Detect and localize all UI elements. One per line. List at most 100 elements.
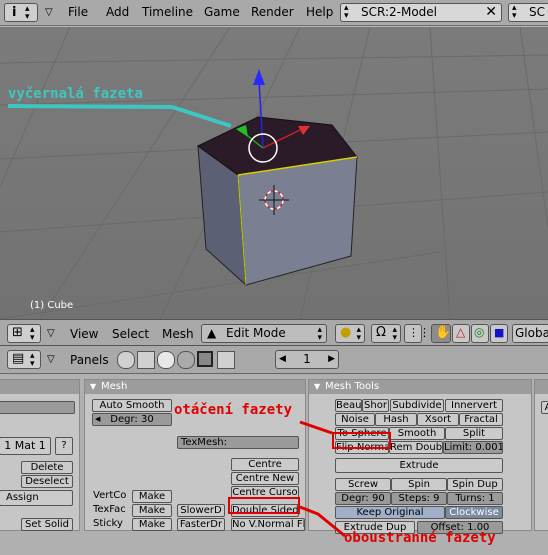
slower-draw-button[interactable]: SlowerD <box>177 504 225 517</box>
frame-value: 1 <box>303 352 311 366</box>
mesh-panel-title[interactable]: ▼ Mesh <box>85 380 305 394</box>
panels-label[interactable]: Panels <box>70 353 109 367</box>
menu-file[interactable]: File <box>68 5 88 19</box>
spin-degree-field[interactable]: Degr: 90 <box>335 492 391 505</box>
extrude-button[interactable]: Extrude <box>335 458 503 473</box>
spin-dup-button[interactable]: Spin Dup <box>447 478 503 491</box>
vp-menu-view[interactable]: View <box>70 327 98 341</box>
right-partial-panel: A <box>534 379 548 531</box>
shading-context-icon[interactable] <box>157 351 175 369</box>
double-sided-highlight <box>228 497 300 514</box>
faster-draw-button[interactable]: FasterDr <box>177 518 225 531</box>
frame-field[interactable]: ◀ 1 ▶ <box>275 350 339 369</box>
scene-selector[interactable]: ▴ ▾ SC <box>508 3 548 22</box>
shading-selector[interactable]: ● ▴ ▾ <box>335 324 365 343</box>
mode-selector[interactable]: ▲ Edit Mode ▴ ▾ <box>201 324 327 343</box>
close-screen-icon[interactable]: ✕ <box>485 4 497 21</box>
mesh-collapse-icon[interactable]: ▼ <box>90 380 96 394</box>
screen-selector[interactable]: ▴ ▾ SCR:2-Model ✕ <box>340 3 502 22</box>
no-vnormal-flip-button[interactable]: No V.Normal Fl <box>231 518 305 531</box>
collapse-menu-icon[interactable]: ▽ <box>45 7 53 18</box>
beauty-button[interactable]: Beaut <box>335 399 362 412</box>
texmesh-field[interactable]: TexMesh: <box>177 436 299 449</box>
innervert-button[interactable]: Innervert <box>445 399 503 412</box>
scene-arrow-icon: ▴ ▾ <box>512 3 517 21</box>
btn-collapse-icon[interactable]: ▽ <box>47 354 55 365</box>
keep-original-toggle[interactable]: Keep Original <box>335 506 445 519</box>
spin-button[interactable]: Spin <box>391 478 447 491</box>
texfac-make-button[interactable]: Make <box>132 504 172 517</box>
clockwise-toggle[interactable]: Clockwise <box>445 506 503 519</box>
smooth-button[interactable]: Smooth <box>389 427 445 440</box>
xsort-button[interactable]: Xsort <box>417 413 459 426</box>
updown-arrow-icon: ▴ ▾ <box>25 4 30 22</box>
btn-updown-icon: ▴ ▾ <box>30 351 35 369</box>
vertco-make-button[interactable]: Make <box>132 490 172 503</box>
vp-menu-mesh[interactable]: Mesh <box>162 327 194 341</box>
solid-shading-icon: ● <box>340 325 352 340</box>
set-solid-button[interactable]: Set Solid <box>21 518 73 531</box>
mesh-tools-panel: ▼ Mesh Tools Beaut Shor Subdivide Innerv… <box>308 379 532 534</box>
screw-button[interactable]: Screw <box>335 478 391 491</box>
orientation-selector[interactable]: Globa <box>512 324 548 343</box>
deselect-button[interactable]: Deselect <box>21 475 73 488</box>
viewport-canvas[interactable] <box>0 27 548 319</box>
split-button[interactable]: Split <box>445 427 503 440</box>
scale-manipulator-button[interactable]: ■ <box>490 324 508 343</box>
ring-icon: ◎ <box>474 325 485 339</box>
window-type-button[interactable]: i ▴ ▾ <box>4 3 38 22</box>
menu-add[interactable]: Add <box>106 5 129 19</box>
hand-tool-button[interactable]: ✋ <box>431 324 451 343</box>
cube-mesh[interactable] <box>197 116 358 287</box>
limit-field[interactable]: Limit: 0.001 <box>443 441 503 454</box>
delete-button[interactable]: Delete <box>21 461 73 474</box>
menu-timeline[interactable]: Timeline <box>142 5 193 19</box>
sticky-label: Sticky <box>93 518 123 529</box>
turns-field[interactable]: Turns: 1 <box>447 492 503 505</box>
tools-collapse-icon[interactable]: ▼ <box>314 380 320 394</box>
pivot-selector[interactable]: Ω ▴ ▾ <box>371 324 401 343</box>
screen-arrow-icon: ▴ ▾ <box>344 3 349 21</box>
frame-right-arrow-icon[interactable]: ▶ <box>328 351 335 368</box>
edit-mode-icon: ▲ <box>207 326 217 340</box>
frame-left-arrow-icon[interactable]: ◀ <box>279 351 286 368</box>
short-button[interactable]: Shor <box>362 399 389 412</box>
fractal-button[interactable]: Fractal <box>459 413 503 426</box>
spin-steps-field[interactable]: Steps: 9 <box>391 492 447 505</box>
manipulator-toggle[interactable]: ⋮⋮ <box>404 324 430 343</box>
subdivide-button[interactable]: Subdivide <box>390 399 444 412</box>
menu-game[interactable]: Game <box>204 5 240 19</box>
menu-render[interactable]: Render <box>251 5 294 19</box>
translate-manipulator-button[interactable]: △ <box>452 324 470 343</box>
mesh-tools-title[interactable]: ▼ Mesh Tools <box>309 380 531 394</box>
auto-smooth-button[interactable]: Auto Smooth <box>92 399 172 412</box>
rem-doubles-button[interactable]: Rem Doubl <box>389 441 443 454</box>
degr-value: Degr: 30 <box>110 414 154 425</box>
noise-button[interactable]: Noise <box>335 413 375 426</box>
assign-button[interactable]: Assign <box>0 490 73 506</box>
buttons-window-icon: ▤ <box>12 351 25 366</box>
3d-viewport[interactable]: vyčernalá fazeta (1) Cube <box>0 27 548 319</box>
centre-button[interactable]: Centre <box>231 458 299 471</box>
pivot-arrow-icon: ▴ ▾ <box>392 325 397 343</box>
manipulator-icon: ⋮⋮ <box>408 326 430 339</box>
script-context-icon[interactable] <box>137 351 155 369</box>
buttons-type-button[interactable]: ▤ ▴ ▾ <box>7 350 41 369</box>
info-icon: i <box>12 5 17 20</box>
smooth-degree-field[interactable]: ◀ Degr: 30 <box>92 413 172 426</box>
object-context-icon[interactable] <box>177 351 195 369</box>
centre-new-button[interactable]: Centre New <box>231 472 299 485</box>
material-selector[interactable]: 1 Mat 1 <box>0 437 51 455</box>
logic-context-icon[interactable] <box>117 351 135 369</box>
hash-button[interactable]: Hash <box>375 413 417 426</box>
material-help-button[interactable]: ? <box>55 437 73 455</box>
viewport-type-button[interactable]: ⊞ ▴ ▾ <box>7 324 41 343</box>
editing-context-icon[interactable] <box>197 351 213 367</box>
menu-help[interactable]: Help <box>306 5 333 19</box>
right-panel-button[interactable]: A <box>541 401 548 414</box>
vp-menu-select[interactable]: Select <box>112 327 149 341</box>
sticky-make-button[interactable]: Make <box>132 518 172 531</box>
vp-collapse-icon[interactable]: ▽ <box>47 328 55 339</box>
rotate-manipulator-button[interactable]: ◎ <box>471 324 489 343</box>
scene-context-icon[interactable] <box>217 351 235 369</box>
